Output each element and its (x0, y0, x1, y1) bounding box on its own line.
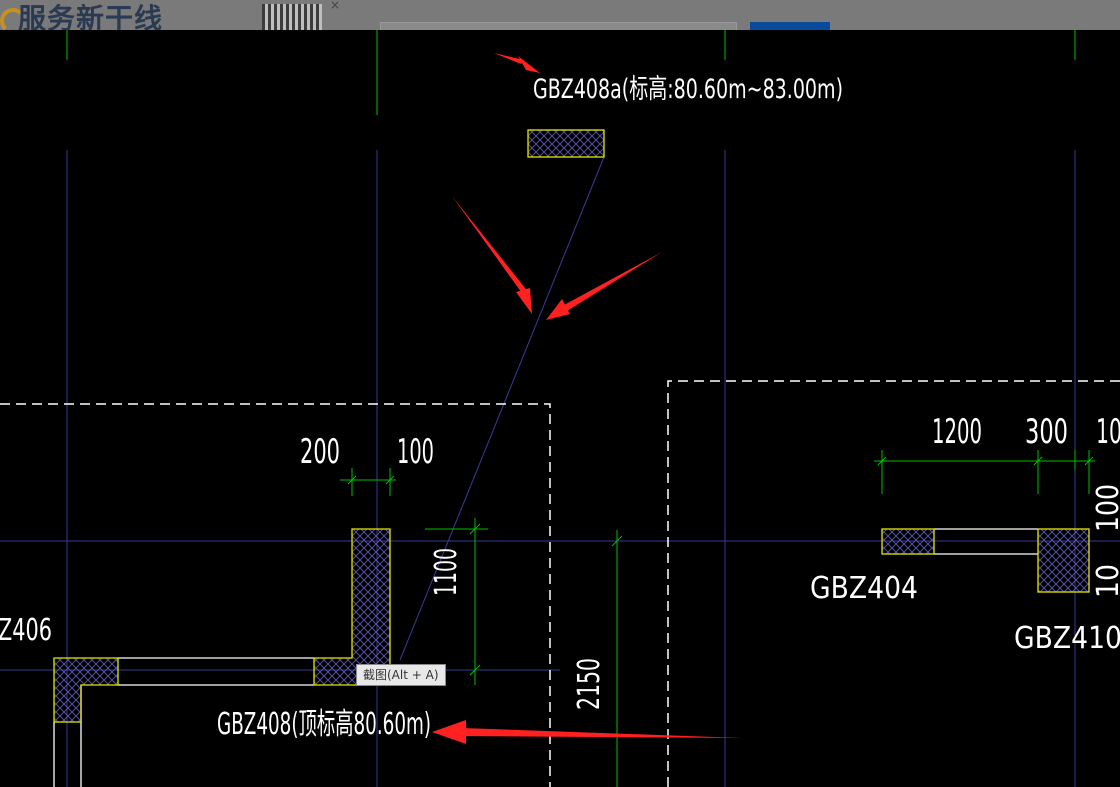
axis-lines (0, 150, 1120, 787)
brand-title[interactable]: 服务新干线 (18, 2, 163, 30)
wall-lines (53, 528, 1038, 787)
arrow-diagonal-left-icon (452, 196, 532, 314)
label-gbz410: GBZ410 (1014, 621, 1120, 656)
dimension-10-edge: 10 (1096, 412, 1120, 452)
label-gbz408a: GBZ408a(标高:80.60m~83.00m) (533, 74, 843, 105)
column-gbz408a[interactable] (527, 129, 605, 158)
close-icon[interactable]: × (330, 0, 340, 12)
arrow-to-gbz408a-icon (494, 53, 540, 73)
screenshot-tooltip: 截图(Alt + A) (356, 664, 446, 686)
dimension-1200: 1200 (932, 412, 982, 452)
dimension-200: 200 (300, 432, 340, 472)
dimension-10-right: 10 (1091, 564, 1120, 598)
dimension-100-right: 100 (1091, 484, 1120, 532)
column-gbz410[interactable] (1037, 528, 1090, 593)
column-gbz404[interactable] (881, 528, 935, 555)
search-button[interactable] (750, 22, 830, 30)
dimension-100-top: 100 (397, 432, 434, 472)
label-gbz404: GBZ404 (810, 571, 918, 606)
dimension-300: 300 (1025, 412, 1068, 452)
column-gbz408[interactable] (313, 528, 391, 686)
dimension-2150: 2150 (572, 658, 607, 710)
arrow-to-gbz408-icon (432, 720, 742, 744)
label-gbz406: Z406 (0, 613, 52, 648)
search-input[interactable] (380, 22, 737, 30)
column-gbz406[interactable] (53, 657, 119, 723)
cad-drawing-canvas[interactable]: GBZ408a(标高:80.60m~83.00m) GBZ408(顶标高80.6… (0, 30, 1120, 787)
qr-code-icon (262, 4, 322, 30)
label-gbz408: GBZ408(顶标高80.60m) (217, 707, 431, 742)
arrow-diagonal-right-icon (546, 252, 662, 320)
site-header: 服务新干线 × (0, 0, 1120, 30)
dimension-1100: 1100 (429, 548, 464, 596)
